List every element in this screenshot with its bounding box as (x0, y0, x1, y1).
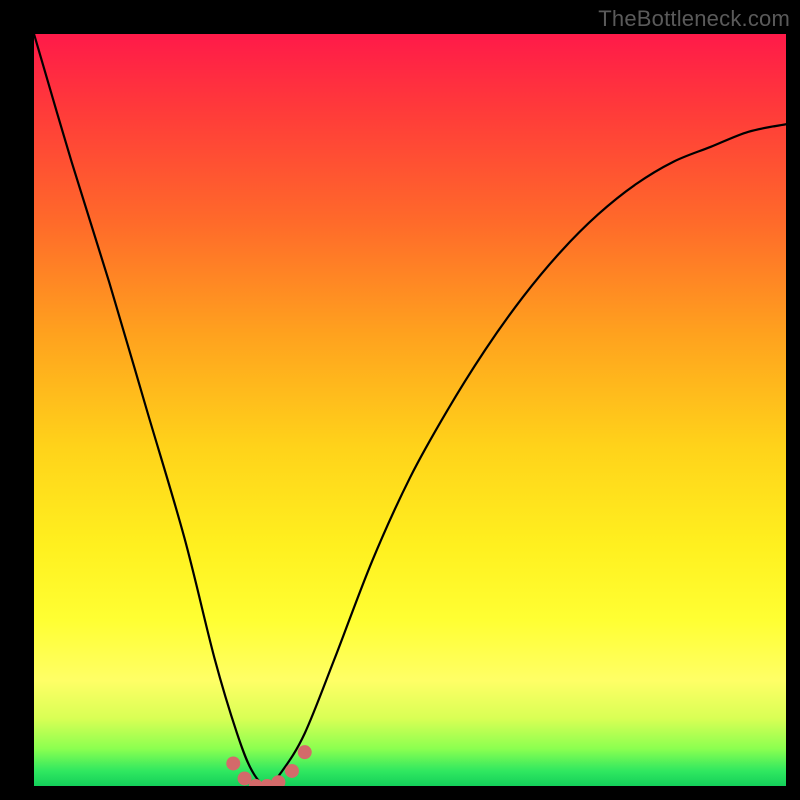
min-region-markers (226, 745, 311, 786)
curve-marker (271, 775, 285, 786)
bottleneck-curve (34, 34, 786, 786)
curve-marker (298, 745, 312, 759)
chart-frame: TheBottleneck.com (0, 0, 800, 800)
curve-marker (226, 756, 240, 770)
watermark-text: TheBottleneck.com (598, 6, 790, 32)
bottleneck-curve-svg (34, 34, 786, 786)
curve-marker (285, 764, 299, 778)
plot-area (34, 34, 786, 786)
